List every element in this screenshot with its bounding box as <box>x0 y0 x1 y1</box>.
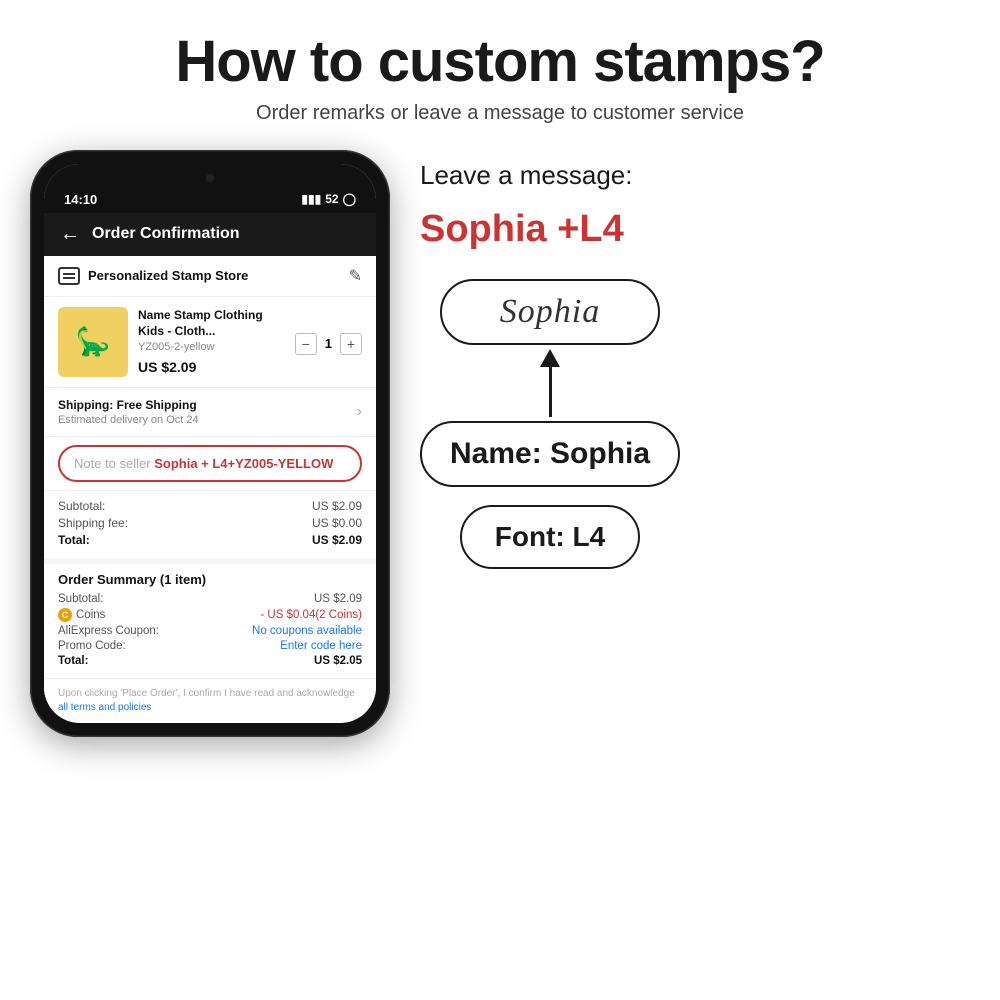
qty-plus-button[interactable]: + <box>340 333 362 355</box>
phone-content: Personalized Stamp Store ✎ 🦕 Name Stamp … <box>44 256 376 723</box>
product-sku: YZ005-2-yellow <box>138 341 285 353</box>
edit-icon[interactable]: ✎ <box>349 266 362 286</box>
product-image: 🦕 <box>58 307 128 377</box>
note-placeholder: Note to seller <box>74 456 151 471</box>
page-title: How to custom stamps? <box>20 30 980 94</box>
os-total-row: Total: US $2.05 <box>58 655 362 667</box>
notch-dot <box>206 174 214 182</box>
note-highlight: Sophia + L4+YZ005-YELLOW <box>154 456 333 471</box>
battery-icon: ◯ <box>343 192 356 206</box>
coins-value: - US $0.04(2 Coins) <box>260 609 362 621</box>
font-label: Font: L4 <box>495 521 605 552</box>
subtotal-value: US $2.09 <box>312 499 362 513</box>
shipping-left: Shipping: Free Shipping Estimated delive… <box>58 398 199 426</box>
store-icon <box>58 267 80 285</box>
order-summary-title: Order Summary (1 item) <box>58 572 362 587</box>
arrow-line <box>549 367 552 417</box>
message-value: Sophia +L4 <box>420 209 624 251</box>
arrow-container-up <box>540 349 560 417</box>
arrow-head-icon <box>540 349 560 367</box>
leave-message-label: Leave a message: <box>420 160 632 191</box>
right-panel: Leave a message: Sophia +L4 Sophia Name:… <box>420 150 970 569</box>
page-subtitle: Order remarks or leave a message to cust… <box>20 102 980 125</box>
total-value: US $2.09 <box>312 533 362 547</box>
chevron-right-icon[interactable]: › <box>357 403 362 421</box>
coins-label-group: C Coins <box>58 608 105 622</box>
status-time: 14:10 <box>64 192 97 207</box>
shipping-fee-value: US $0.00 <box>312 516 362 530</box>
note-to-seller-row[interactable]: Note to seller Sophia + L4+YZ005-YELLOW <box>58 445 362 482</box>
store-row: Personalized Stamp Store ✎ <box>44 256 376 297</box>
coupon-value: No coupons available <box>252 625 362 637</box>
os-total-value: US $2.05 <box>314 655 362 667</box>
content-row: 14:10 ▮▮▮ 52 ◯ ← Order Confirmation <box>0 140 1000 737</box>
shipping-sub: Estimated delivery on Oct 24 <box>58 414 199 426</box>
status-right: ▮▮▮ 52 ◯ <box>301 192 356 206</box>
subtotal-label: Subtotal: <box>58 499 105 513</box>
name-box: Name: Sophia <box>420 421 680 487</box>
coin-icon: C <box>58 608 72 622</box>
product-thumbnail: 🦕 <box>76 325 111 358</box>
coupon-row: AliExpress Coupon: No coupons available <box>58 625 362 637</box>
right-column-inner: Sophia Name: Sophia Font: L4 <box>420 279 680 569</box>
signal-strength: 52 <box>325 192 338 206</box>
total-row: Total: US $2.09 <box>58 533 362 547</box>
shipping-title: Shipping: Free Shipping <box>58 398 199 412</box>
qty-minus-button[interactable]: − <box>295 333 317 355</box>
page-header: How to custom stamps? Order remarks or l… <box>0 0 1000 140</box>
shipping-fee-row: Shipping fee: US $0.00 <box>58 516 362 530</box>
nav-bar: ← Order Confirmation <box>44 213 376 256</box>
os-subtotal-row: Subtotal: US $2.09 <box>58 593 362 605</box>
coins-row: C Coins - US $0.04(2 Coins) <box>58 608 362 622</box>
phone-notch <box>150 164 270 192</box>
subtotal-row: Subtotal: US $2.09 <box>58 499 362 513</box>
store-line-1 <box>63 273 75 275</box>
signal-icon: ▮▮▮ <box>301 192 321 206</box>
product-price: US $2.09 <box>138 359 285 375</box>
font-box: Font: L4 <box>460 505 640 569</box>
qty-number: 1 <box>325 336 332 351</box>
stamp-preview: Sophia <box>440 279 660 345</box>
qty-control: − 1 + <box>295 333 362 355</box>
back-arrow-icon[interactable]: ← <box>60 223 80 246</box>
os-subtotal-label: Subtotal: <box>58 593 103 605</box>
nav-title: Order Confirmation <box>92 225 240 243</box>
product-info: Name Stamp Clothing Kids - Cloth... YZ00… <box>138 308 285 375</box>
store-left: Personalized Stamp Store <box>58 267 248 285</box>
promo-label: Promo Code: <box>58 640 126 652</box>
total-label: Total: <box>58 533 90 547</box>
os-total-label: Total: <box>58 655 88 667</box>
coupon-label: AliExpress Coupon: <box>58 625 159 637</box>
phone-outer: 14:10 ▮▮▮ 52 ◯ ← Order Confirmation <box>30 150 390 737</box>
phone-mockup: 14:10 ▮▮▮ 52 ◯ ← Order Confirmation <box>30 150 390 737</box>
name-label: Name: Sophia <box>450 437 650 470</box>
stamp-text: Sophia <box>500 293 600 330</box>
price-summary: Subtotal: US $2.09 Shipping fee: US $0.0… <box>44 490 376 558</box>
product-name: Name Stamp Clothing Kids - Cloth... <box>138 308 285 339</box>
shipping-row: Shipping: Free Shipping Estimated delive… <box>44 388 376 437</box>
shipping-fee-label: Shipping fee: <box>58 516 128 530</box>
place-order-footer: Upon clicking 'Place Order', I confirm I… <box>44 678 376 723</box>
store-line-2 <box>63 277 75 279</box>
os-subtotal-value: US $2.09 <box>314 593 362 605</box>
store-name: Personalized Stamp Store <box>88 268 248 283</box>
order-summary-section: Order Summary (1 item) Subtotal: US $2.0… <box>44 558 376 678</box>
coins-label: Coins <box>76 609 105 621</box>
promo-row: Promo Code: Enter code here <box>58 640 362 652</box>
phone-screen: 14:10 ▮▮▮ 52 ◯ ← Order Confirmation <box>44 164 376 723</box>
promo-value: Enter code here <box>280 640 362 652</box>
product-row: 🦕 Name Stamp Clothing Kids - Cloth... YZ… <box>44 297 376 388</box>
footer-link[interactable]: all terms and policies <box>58 702 151 713</box>
footer-text: Upon clicking 'Place Order', I confirm I… <box>58 688 355 699</box>
